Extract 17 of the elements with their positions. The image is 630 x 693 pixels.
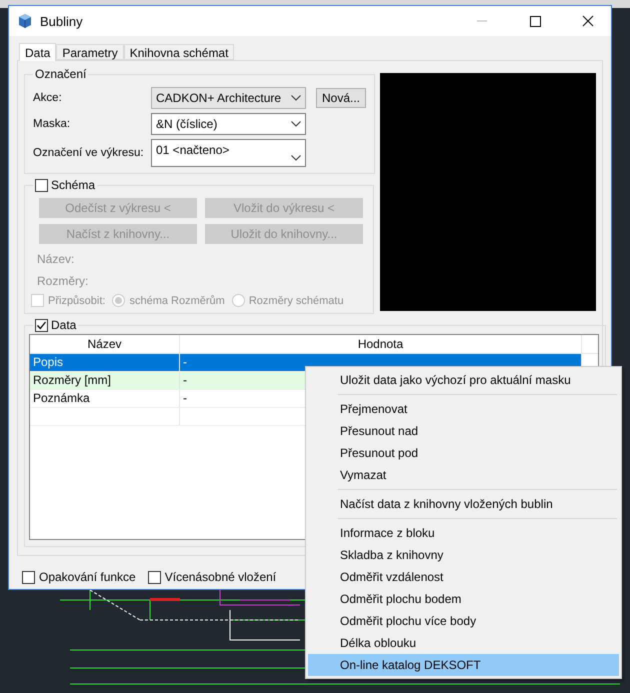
field-label: Označení ve výkresu:	[33, 147, 145, 159]
group-title: Data	[51, 318, 76, 332]
radio-label: schéma Rozměrům	[129, 294, 225, 306]
radio-label: Rozměry schématu	[248, 294, 344, 306]
table-cell: Poznámka	[30, 390, 180, 407]
checkbox-label: Přizpůsobit:	[48, 294, 106, 306]
checkbox-label: Opakování funkce	[39, 570, 136, 584]
field-label: Akce:	[33, 92, 63, 104]
table-cell: Rozměry [mm]	[30, 372, 180, 389]
checkbox-label: Vícenásobné vložení	[164, 570, 276, 584]
field-label: Rozměry:	[37, 274, 90, 288]
field-label: Maska:	[33, 118, 72, 130]
field-label: Název:	[37, 252, 76, 266]
window-title: Bubliny	[40, 14, 84, 28]
table-cell: Popis	[30, 354, 180, 371]
group-title: Označení	[35, 67, 86, 81]
group-title: Schéma	[51, 178, 96, 192]
